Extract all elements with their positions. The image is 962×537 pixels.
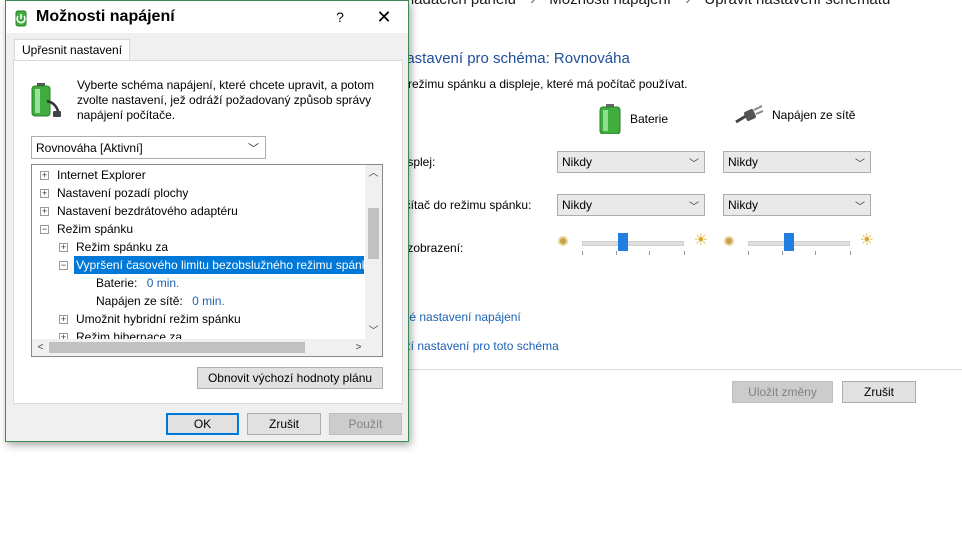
slider-ticks	[582, 251, 685, 255]
tree-item-label: Umožnit hybridní režim spánku	[76, 312, 241, 326]
divider	[398, 369, 962, 370]
scrollbar-corner	[365, 339, 382, 356]
setting-value[interactable]: 0 min.	[192, 294, 225, 308]
brightness-battery-slider[interactable]: ☀	[558, 233, 708, 255]
breadcrumb-item-edit-plan: Upravit nastavení schématu	[704, 0, 890, 8]
tree-item-label: Nastavení bezdrátového adaptéru	[57, 204, 238, 218]
expand-icon[interactable]: +	[40, 189, 49, 198]
scroll-down-icon[interactable]: ﹀	[365, 323, 382, 340]
tree-setting-plugged[interactable]: Napájen ze sítě: 0 min.	[96, 292, 225, 310]
expand-icon[interactable]: +	[59, 315, 68, 324]
tree-item-label: Režim spánku za	[76, 240, 169, 254]
scroll-up-icon[interactable]: ︿	[365, 165, 382, 182]
expand-icon[interactable]: +	[40, 171, 49, 180]
display-off-battery-select[interactable]: Nikdy ﹀	[557, 151, 705, 173]
restore-defaults-link[interactable]: ozí nastavení pro toto schéma	[398, 339, 559, 353]
breadcrumb-item-power-options[interactable]: Možnosti napájení	[549, 0, 671, 8]
chevron-down-icon: ﹀	[855, 202, 865, 213]
power-options-icon	[15, 10, 27, 27]
expand-icon[interactable]: +	[40, 207, 49, 216]
setting-label: Napájen ze sítě:	[96, 294, 183, 308]
chevron-down-icon: ﹀	[248, 143, 259, 155]
plugged-column-header: Napájen ze sítě	[734, 104, 855, 126]
tab-advanced-settings[interactable]: Upřesnit nastavení	[14, 39, 131, 60]
chevron-down-icon: ﹀	[855, 159, 865, 170]
chevron-down-icon: ﹀	[689, 159, 699, 170]
breadcrumb: y Ovládacích panelů › Možnosti napájení …	[380, 0, 890, 8]
page-title: nastavení pro schéma: Rovnováha	[398, 50, 630, 67]
battery-plug-icon	[31, 83, 61, 117]
help-button[interactable]: ?	[328, 5, 352, 29]
settings-tree[interactable]: + Internet Explorer + Nastavení pozadí p…	[31, 164, 383, 357]
brightness-high-icon: ☀	[859, 232, 874, 249]
slider-track	[748, 241, 850, 246]
restore-plan-defaults-button[interactable]: Obnovit výchozí hodnoty plánu	[197, 367, 383, 389]
tree-item-label: Režim spánku	[57, 222, 134, 236]
tree-setting-battery[interactable]: Baterie: 0 min.	[96, 274, 179, 292]
brightness-plugged-slider[interactable]: ☀	[724, 233, 874, 255]
brightness-low-icon	[724, 236, 734, 246]
breadcrumb-separator: ›	[530, 0, 535, 8]
vertical-scrollbar[interactable]: ︿ ﹀	[365, 165, 382, 340]
sleep-plugged-select[interactable]: Nikdy ﹀	[723, 194, 871, 216]
cancel-button[interactable]: Zrušit	[247, 413, 321, 435]
sleep-plugged-value: Nikdy	[728, 198, 759, 212]
scroll-left-icon[interactable]: <	[32, 339, 49, 356]
setting-value[interactable]: 0 min.	[147, 276, 180, 290]
dialog-title: Možnosti napájení	[36, 8, 175, 25]
display-off-plugged-value: Nikdy	[728, 155, 759, 169]
collapse-icon[interactable]: −	[40, 225, 49, 234]
slider-thumb[interactable]	[783, 233, 794, 251]
close-button[interactable]: ✕	[372, 5, 396, 29]
collapse-icon[interactable]: −	[59, 261, 68, 270]
chevron-down-icon: ﹀	[689, 202, 699, 213]
battery-icon	[599, 104, 621, 134]
brightness-high-icon: ☀	[693, 232, 708, 249]
sleep-battery-select[interactable]: Nikdy ﹀	[557, 194, 705, 216]
display-off-plugged-select[interactable]: Nikdy ﹀	[723, 151, 871, 173]
brightness-low-icon	[558, 236, 568, 246]
dialog-titlebar[interactable]: Možnosti napájení ? ✕	[6, 1, 408, 33]
power-options-dialog: Možnosti napájení ? ✕ Upřesnit nastavení…	[5, 0, 409, 442]
battery-column-header: Baterie	[598, 104, 668, 134]
apply-button[interactable]: Použít	[329, 413, 402, 435]
background-cancel-button[interactable]: Zrušit	[842, 381, 916, 403]
power-plan-value: Rovnováha [Aktivní]	[36, 141, 143, 155]
power-plan-select[interactable]: Rovnováha [Aktivní] ﹀	[31, 136, 266, 159]
scrollbar-thumb[interactable]	[368, 208, 379, 259]
dialog-description: Vyberte schéma napájení, které chcete up…	[77, 78, 375, 122]
advanced-settings-link[interactable]: čilé nastavení napájení	[398, 310, 521, 324]
slider-track	[582, 241, 684, 246]
horizontal-scrollbar[interactable]: < >	[32, 339, 367, 356]
page-description: é režimu spánku a displeje, které má poč…	[398, 77, 688, 91]
display-off-battery-value: Nikdy	[562, 155, 593, 169]
expand-icon[interactable]: +	[59, 243, 68, 252]
slider-ticks	[748, 251, 851, 255]
slider-thumb[interactable]	[617, 233, 628, 251]
sleep-battery-value: Nikdy	[562, 198, 593, 212]
sleep-label: očítač do režimu spánku:	[398, 198, 532, 212]
tree-item-label: Nastavení pozadí plochy	[57, 186, 189, 200]
setting-label: Baterie:	[96, 276, 138, 290]
tree-item-label: Vypršení časového limitu bezobslužného r…	[74, 256, 364, 274]
scrollbar-thumb[interactable]	[49, 342, 305, 353]
power-plug-icon	[735, 105, 764, 124]
tree-item-label: Internet Explorer	[57, 168, 146, 182]
battery-column-label: Baterie	[630, 112, 669, 126]
ok-button[interactable]: OK	[166, 413, 239, 435]
breadcrumb-separator: ›	[685, 0, 690, 8]
plugged-column-label: Napájen ze sítě	[772, 108, 856, 122]
save-changes-button[interactable]: Uložit změny	[732, 381, 833, 403]
